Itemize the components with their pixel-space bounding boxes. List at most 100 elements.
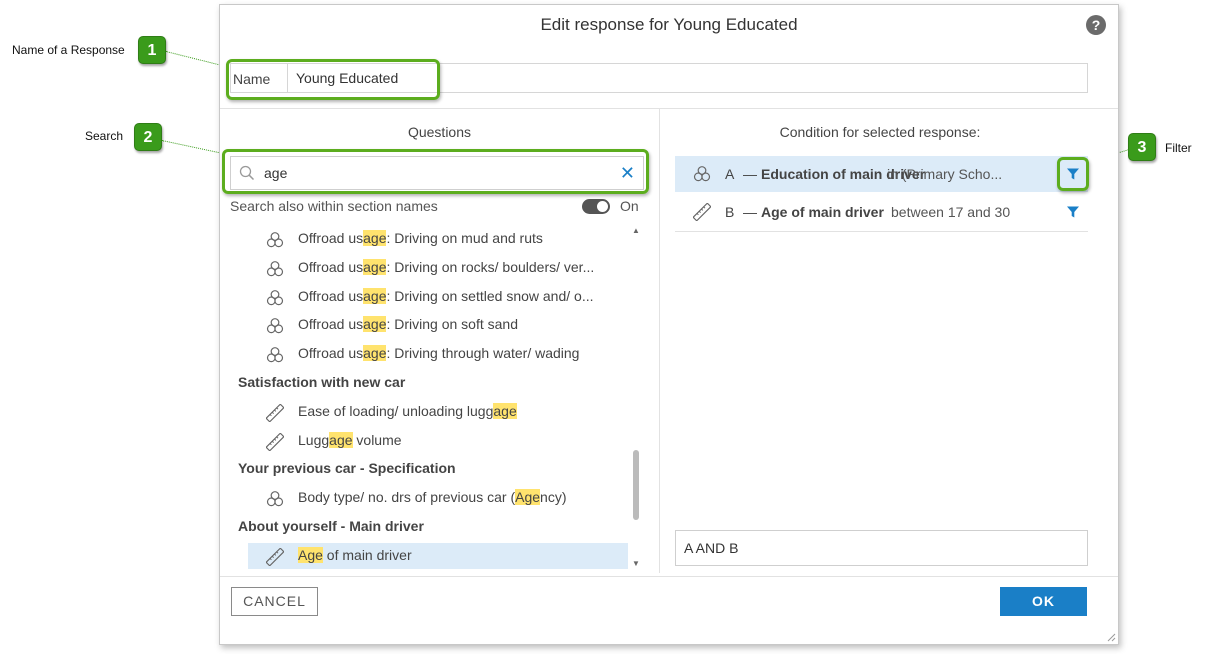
- callout-label-search: Search: [85, 129, 124, 143]
- multi-choice-icon: [693, 165, 711, 183]
- questions-heading: Questions: [407, 124, 472, 140]
- question-group-header: Satisfaction with new car: [230, 370, 628, 396]
- scroll-down-arrow-icon[interactable]: ▼: [632, 559, 640, 568]
- search-match-highlight: age: [363, 287, 387, 304]
- magnifier-icon: [239, 165, 255, 181]
- cancel-button[interactable]: CANCEL: [231, 587, 318, 616]
- group-label: Satisfaction with new car: [238, 374, 406, 390]
- condition-question: Age of main driver: [761, 204, 884, 220]
- question-label: Offroad usage: Driving on settled snow a…: [298, 287, 623, 304]
- multi-choice-icon: [266, 231, 284, 249]
- multi-choice-icon: [266, 490, 284, 508]
- question-label: Offroad usage: Driving on rocks/ boulder…: [298, 258, 623, 275]
- edit-response-dialog: Edit response for Young Educated ? Name …: [219, 4, 1119, 645]
- section-names-label: Search also within section names: [230, 198, 438, 214]
- multi-choice-icon: [266, 260, 284, 278]
- question-label-part: ncy): [540, 489, 567, 506]
- condition-row[interactable]: B — Age of main driver between 17 and 30: [675, 194, 1088, 230]
- question-label-part: : Driving on settled snow and/ o...: [386, 287, 594, 304]
- ok-button[interactable]: OK: [1000, 587, 1087, 616]
- scroll-thumb[interactable]: [633, 450, 639, 520]
- name-row: Name Young Educated: [230, 63, 1088, 93]
- scroll-up-arrow-icon[interactable]: ▲: [632, 226, 640, 235]
- group-label: About yourself - Main driver: [238, 518, 424, 534]
- funnel-icon[interactable]: [1066, 167, 1080, 181]
- question-group-header: Your previous car - Specification: [230, 456, 628, 482]
- question-label-part: : Driving on mud and ruts: [386, 230, 543, 246]
- multi-choice-icon: [266, 289, 284, 307]
- conditions-divider: [675, 231, 1088, 232]
- condition-dash: —: [743, 166, 757, 182]
- search-match-highlight: Age: [515, 489, 541, 506]
- question-list-item[interactable]: Offroad usage: Driving on settled snow a…: [230, 284, 628, 310]
- name-input[interactable]: Young Educated: [287, 64, 1087, 92]
- close-icon[interactable]: ✕: [620, 163, 635, 183]
- callout-badge-1: 1: [138, 36, 166, 64]
- question-search-box[interactable]: age ✕: [230, 156, 644, 190]
- toggle-state-label: On: [620, 198, 639, 214]
- search-match-highlight: age: [363, 230, 387, 246]
- question-label-part: Offroad us: [298, 230, 364, 246]
- question-label-part: volume: [352, 431, 402, 448]
- question-label: Age of main driver: [298, 546, 623, 563]
- dialog-title: Edit response for Young Educated: [540, 15, 798, 34]
- condition-letter: B: [725, 204, 735, 220]
- question-label: Offroad usage: Driving through water/ wa…: [298, 345, 623, 362]
- search-match-highlight: age: [493, 402, 517, 419]
- condition-row[interactable]: A — Education of main driver in (Primary Sc…: [675, 156, 1088, 192]
- question-label-part: of main driver: [322, 546, 412, 563]
- question-label-part: Body type/ no. drs of previous car (: [298, 489, 516, 506]
- search-match-highlight: Age: [298, 546, 323, 563]
- question-list-item[interactable]: Offroad usage: Driving on soft sand: [230, 312, 628, 338]
- name-label: Name: [233, 71, 271, 87]
- condition-letter: A: [725, 166, 735, 182]
- resize-grip-icon[interactable]: [1106, 632, 1116, 642]
- ruler-icon: [265, 403, 285, 422]
- search-match-highlight: age: [363, 345, 387, 362]
- multi-choice-icon: [266, 346, 284, 364]
- question-label-part: Offroad us: [298, 287, 364, 304]
- question-label-part: : Driving on rocks/ boulders/ ver...: [386, 258, 595, 275]
- question-label: Luggage volume: [298, 431, 623, 448]
- ruler-icon: [265, 432, 285, 451]
- question-list: Offroad usage: Driving on mud and ruts Of…: [230, 224, 642, 570]
- condition-criteria: between 17 and 30: [891, 204, 1011, 220]
- question-list-item[interactable]: Ease of loading/ unloading luggage: [230, 399, 628, 425]
- callout-label-filter: Filter: [1165, 141, 1192, 155]
- section-names-toggle[interactable]: [582, 199, 610, 214]
- search-match-highlight: age: [363, 258, 387, 275]
- callout-badge-2: 2: [134, 123, 162, 151]
- condition-heading: Condition for selected response:: [779, 124, 981, 140]
- question-label-part: : Driving through water/ wading: [386, 345, 580, 362]
- toggle-knob: [597, 201, 608, 212]
- ruler-icon: [265, 547, 285, 566]
- question-list-item[interactable]: Luggage volume: [230, 428, 628, 454]
- header-divider: [220, 108, 1118, 109]
- callout-badge-3: 3: [1128, 133, 1156, 161]
- ruler-icon: [692, 202, 712, 222]
- question-list-scrollbar[interactable]: ▲ ▼: [631, 224, 641, 570]
- search-input[interactable]: age: [264, 157, 287, 189]
- panel-divider: [659, 108, 660, 573]
- question-label-part: : Driving on soft sand: [386, 316, 518, 333]
- question-list-item[interactable]: Body type/ no. drs of previous car (Agen…: [230, 485, 628, 511]
- question-group-header: About yourself - Main driver: [230, 514, 628, 540]
- search-match-highlight: age: [329, 431, 353, 448]
- question-label: Offroad usage: Driving on soft sand: [298, 316, 623, 333]
- question-label: Offroad usage: Driving on mud and ruts: [298, 230, 623, 246]
- search-match-highlight: age: [363, 316, 387, 333]
- section-names-option: Search also within section names On: [230, 196, 640, 218]
- question-label-part: Lugg: [298, 431, 330, 448]
- question-list-item[interactable]: Age of main driver: [248, 542, 628, 569]
- callout-connector-2: [161, 140, 227, 155]
- question-label-part: Offroad us: [298, 345, 364, 362]
- question-label: Body type/ no. drs of previous car (Agen…: [298, 489, 623, 506]
- question-label-part: Offroad us: [298, 316, 364, 333]
- condition-expression-input[interactable]: A AND B: [675, 530, 1088, 566]
- question-label-part: Ease of loading/ unloading lugg: [298, 402, 494, 419]
- question-list-item[interactable]: Offroad usage: Driving on mud and ruts: [230, 226, 628, 252]
- question-list-item[interactable]: Offroad usage: Driving through water/ wa…: [230, 341, 628, 367]
- question-mark-icon[interactable]: ?: [1086, 15, 1106, 35]
- funnel-icon[interactable]: [1066, 205, 1080, 219]
- question-list-item[interactable]: Offroad usage: Driving on rocks/ boulder…: [230, 255, 628, 281]
